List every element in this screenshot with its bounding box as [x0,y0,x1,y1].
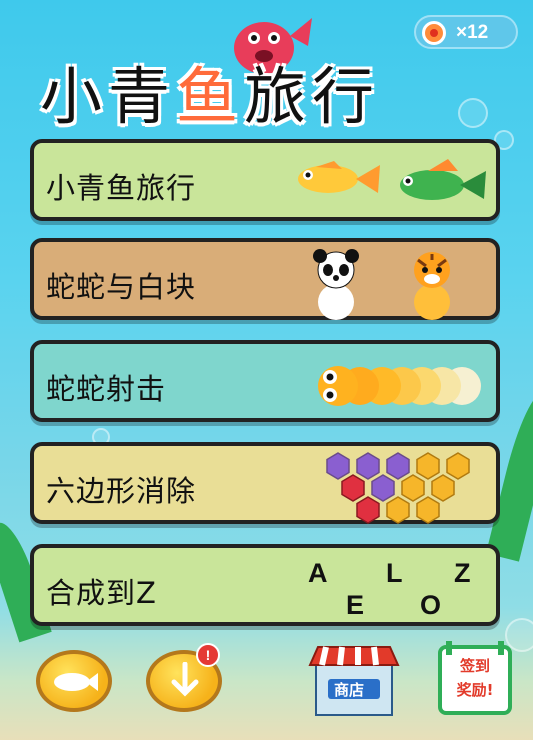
menu-card-fish-travel[interactable]: 小青鱼旅行 [30,139,500,221]
menu-card-merge-to-z[interactable]: 合成到Z A L Z E O [30,544,500,626]
menu-card-label: 合成到Z [46,576,157,610]
signin-label-line1: 签到 [459,657,490,675]
shop-label: 商店 [334,681,365,699]
menu-card-label: 六边形消除 [46,474,197,508]
title-part-2: 鱼 [176,60,245,133]
yellow-fish-icon [298,161,380,193]
hexagon-blocks-icon [326,452,470,524]
letter-a: A [308,558,328,588]
tiger-icon [414,252,450,320]
coin-count: ×12 [456,22,489,43]
fish-button[interactable] [36,650,112,712]
title-part-1: 小青 [40,60,177,133]
menu-card-snake-shooting[interactable]: 蛇蛇射击 [30,340,500,422]
green-fish-icon [400,159,486,200]
menu-card-snake-white-blocks[interactable]: 蛇蛇与白块 [30,238,500,320]
signin-label-line2: 奖励! [456,681,494,699]
notification-badge: ! [196,643,220,667]
shop-button[interactable]: 商店 [308,643,400,717]
panda-icon [313,249,359,320]
fish-silhouette-icon [54,673,98,691]
letter-e: E [346,590,365,620]
download-arrow-icon [171,662,199,697]
letter-o: O [420,590,442,620]
game-title: 小青鱼旅行 [40,46,480,133]
title-part-3: 旅行 [244,60,381,133]
snake-icon [318,366,481,406]
notification-mark: ! [205,647,211,663]
menu-card-label: 蛇蛇与白块 [46,270,197,304]
letter-l: L [386,558,403,588]
coin-icon [422,21,446,45]
coin-counter: ×12 [414,15,518,49]
menu-card-label: 蛇蛇射击 [46,372,167,406]
menu-card-hexagon-elimination[interactable]: 六边形消除 [30,442,500,524]
menu-card-label: 小青鱼旅行 [46,171,197,205]
calendar-note-icon [438,641,512,715]
signin-reward-button[interactable]: 签到 奖励! [436,641,514,715]
letter-z: Z [454,558,471,588]
